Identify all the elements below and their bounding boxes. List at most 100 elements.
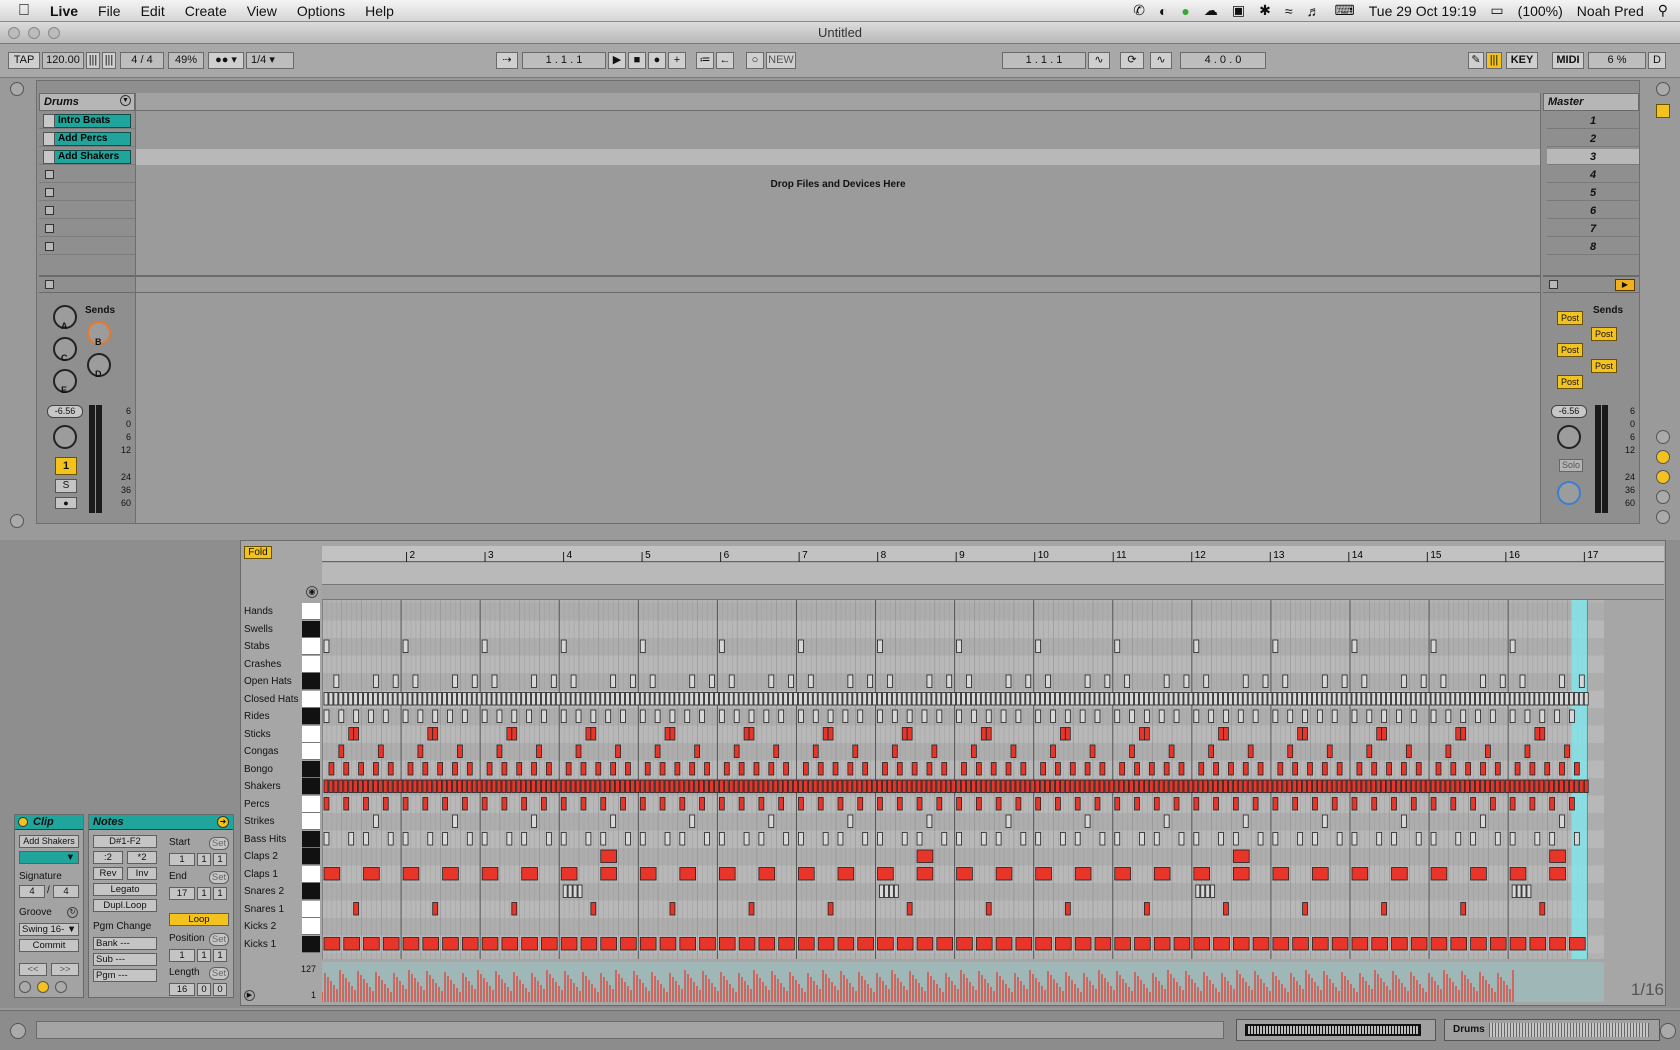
midi-note[interactable] <box>595 692 601 706</box>
midi-note[interactable] <box>1213 692 1218 706</box>
midi-note[interactable] <box>916 849 934 863</box>
midi-note[interactable] <box>946 674 953 688</box>
midi-note[interactable] <box>1208 779 1214 793</box>
midi-note[interactable] <box>501 937 519 951</box>
midi-note[interactable] <box>422 779 428 793</box>
midi-note[interactable] <box>709 779 714 793</box>
midi-note[interactable] <box>783 832 789 846</box>
midi-note[interactable] <box>521 867 538 881</box>
midi-note[interactable] <box>758 937 776 951</box>
midi-note[interactable] <box>536 692 541 706</box>
velocity-play-icon[interactable]: ▶ <box>244 990 255 1001</box>
clip-intro-beats[interactable]: Intro Beats <box>43 114 131 128</box>
midi-note[interactable] <box>738 937 756 951</box>
clip-add-shakers[interactable]: Add Shakers <box>43 150 131 164</box>
lane-name[interactable]: Sticks <box>244 726 302 743</box>
midi-note[interactable] <box>1015 797 1022 811</box>
lane-name[interactable]: Percs <box>244 796 302 813</box>
midi-note[interactable] <box>1000 692 1006 706</box>
midi-note[interactable] <box>600 937 617 951</box>
midi-note[interactable] <box>565 779 571 793</box>
midi-note[interactable] <box>842 779 848 793</box>
midi-note[interactable] <box>718 937 736 951</box>
midi-note[interactable] <box>1460 709 1467 723</box>
midi-note[interactable] <box>1193 832 1200 846</box>
midi-note[interactable] <box>980 779 986 793</box>
midi-note[interactable] <box>1445 692 1451 706</box>
end-sixteenth-field[interactable]: 1 <box>213 887 227 900</box>
midi-note[interactable] <box>1203 779 1209 793</box>
midi-note[interactable] <box>1569 797 1575 811</box>
midi-note[interactable] <box>773 779 779 793</box>
midi-note[interactable] <box>1099 779 1105 793</box>
midi-note[interactable] <box>1316 692 1322 706</box>
midi-note[interactable] <box>630 779 635 793</box>
midi-note[interactable] <box>1114 832 1121 846</box>
midi-note[interactable] <box>684 709 691 723</box>
midi-note[interactable] <box>1084 779 1090 793</box>
midi-note[interactable] <box>1020 692 1026 706</box>
midi-note[interactable] <box>531 674 537 688</box>
midi-note[interactable] <box>1050 709 1056 723</box>
clip-slot-1[interactable]: Intro Beats <box>39 113 135 129</box>
length-bar-field[interactable]: 16 <box>169 983 195 996</box>
midi-note[interactable] <box>1430 867 1448 881</box>
midi-note[interactable] <box>343 762 350 776</box>
midi-note[interactable] <box>951 779 957 793</box>
midi-note[interactable] <box>1129 692 1134 706</box>
midi-note[interactable] <box>1504 692 1510 706</box>
midi-note[interactable] <box>422 762 429 776</box>
midi-note[interactable] <box>382 937 400 951</box>
scene-6[interactable]: 6 <box>1547 203 1639 219</box>
apple-icon[interactable]:  <box>0 2 40 20</box>
midi-note[interactable] <box>891 744 898 758</box>
midi-note[interactable] <box>985 727 992 741</box>
midi-note[interactable] <box>605 709 612 723</box>
midi-note[interactable] <box>348 727 355 741</box>
midi-note[interactable] <box>447 692 452 706</box>
midi-note[interactable] <box>1519 779 1525 793</box>
midi-note[interactable] <box>837 937 855 951</box>
midi-note[interactable] <box>783 692 788 706</box>
midi-note[interactable] <box>961 762 967 776</box>
midi-note[interactable] <box>1218 832 1224 846</box>
midi-note[interactable] <box>373 779 378 793</box>
midi-note[interactable] <box>1410 779 1416 793</box>
midi-note[interactable] <box>595 779 601 793</box>
midi-note[interactable] <box>461 779 467 793</box>
midi-note[interactable] <box>1569 779 1574 793</box>
piano-key[interactable] <box>302 725 320 743</box>
midi-note[interactable] <box>832 692 838 706</box>
midi-note[interactable] <box>1035 709 1042 723</box>
midi-note[interactable] <box>590 727 597 741</box>
midi-note[interactable] <box>1059 779 1065 793</box>
midi-note[interactable] <box>901 727 908 741</box>
midi-note[interactable] <box>788 692 793 706</box>
midi-note[interactable] <box>1213 797 1219 811</box>
midi-note[interactable] <box>911 779 917 793</box>
midi-note[interactable] <box>659 692 665 706</box>
nudge-forward-button[interactable]: >> <box>51 963 79 976</box>
piano-key[interactable] <box>302 708 320 725</box>
piano-key[interactable] <box>302 620 320 638</box>
double-length-button[interactable]: *2 <box>127 851 157 864</box>
midi-note[interactable] <box>768 674 775 688</box>
midi-note[interactable] <box>486 762 493 776</box>
midi-note[interactable] <box>1297 832 1303 846</box>
midi-note[interactable] <box>570 674 577 688</box>
midi-note[interactable] <box>363 867 380 881</box>
midi-note[interactable] <box>377 779 383 793</box>
midi-note[interactable] <box>417 709 424 723</box>
midi-note[interactable] <box>402 937 420 951</box>
lane-name[interactable]: Closed Hats <box>244 691 302 708</box>
midi-note[interactable] <box>1094 937 1112 951</box>
midi-note[interactable] <box>639 832 646 846</box>
midi-note[interactable] <box>1173 937 1191 951</box>
midi-note[interactable] <box>1351 709 1358 723</box>
midi-note[interactable] <box>625 832 631 846</box>
midi-note[interactable] <box>956 709 962 723</box>
midi-note[interactable] <box>1371 692 1377 706</box>
midi-note[interactable] <box>961 692 966 706</box>
bank-field[interactable]: Bank --- <box>93 937 157 950</box>
midi-note[interactable] <box>1351 832 1358 846</box>
